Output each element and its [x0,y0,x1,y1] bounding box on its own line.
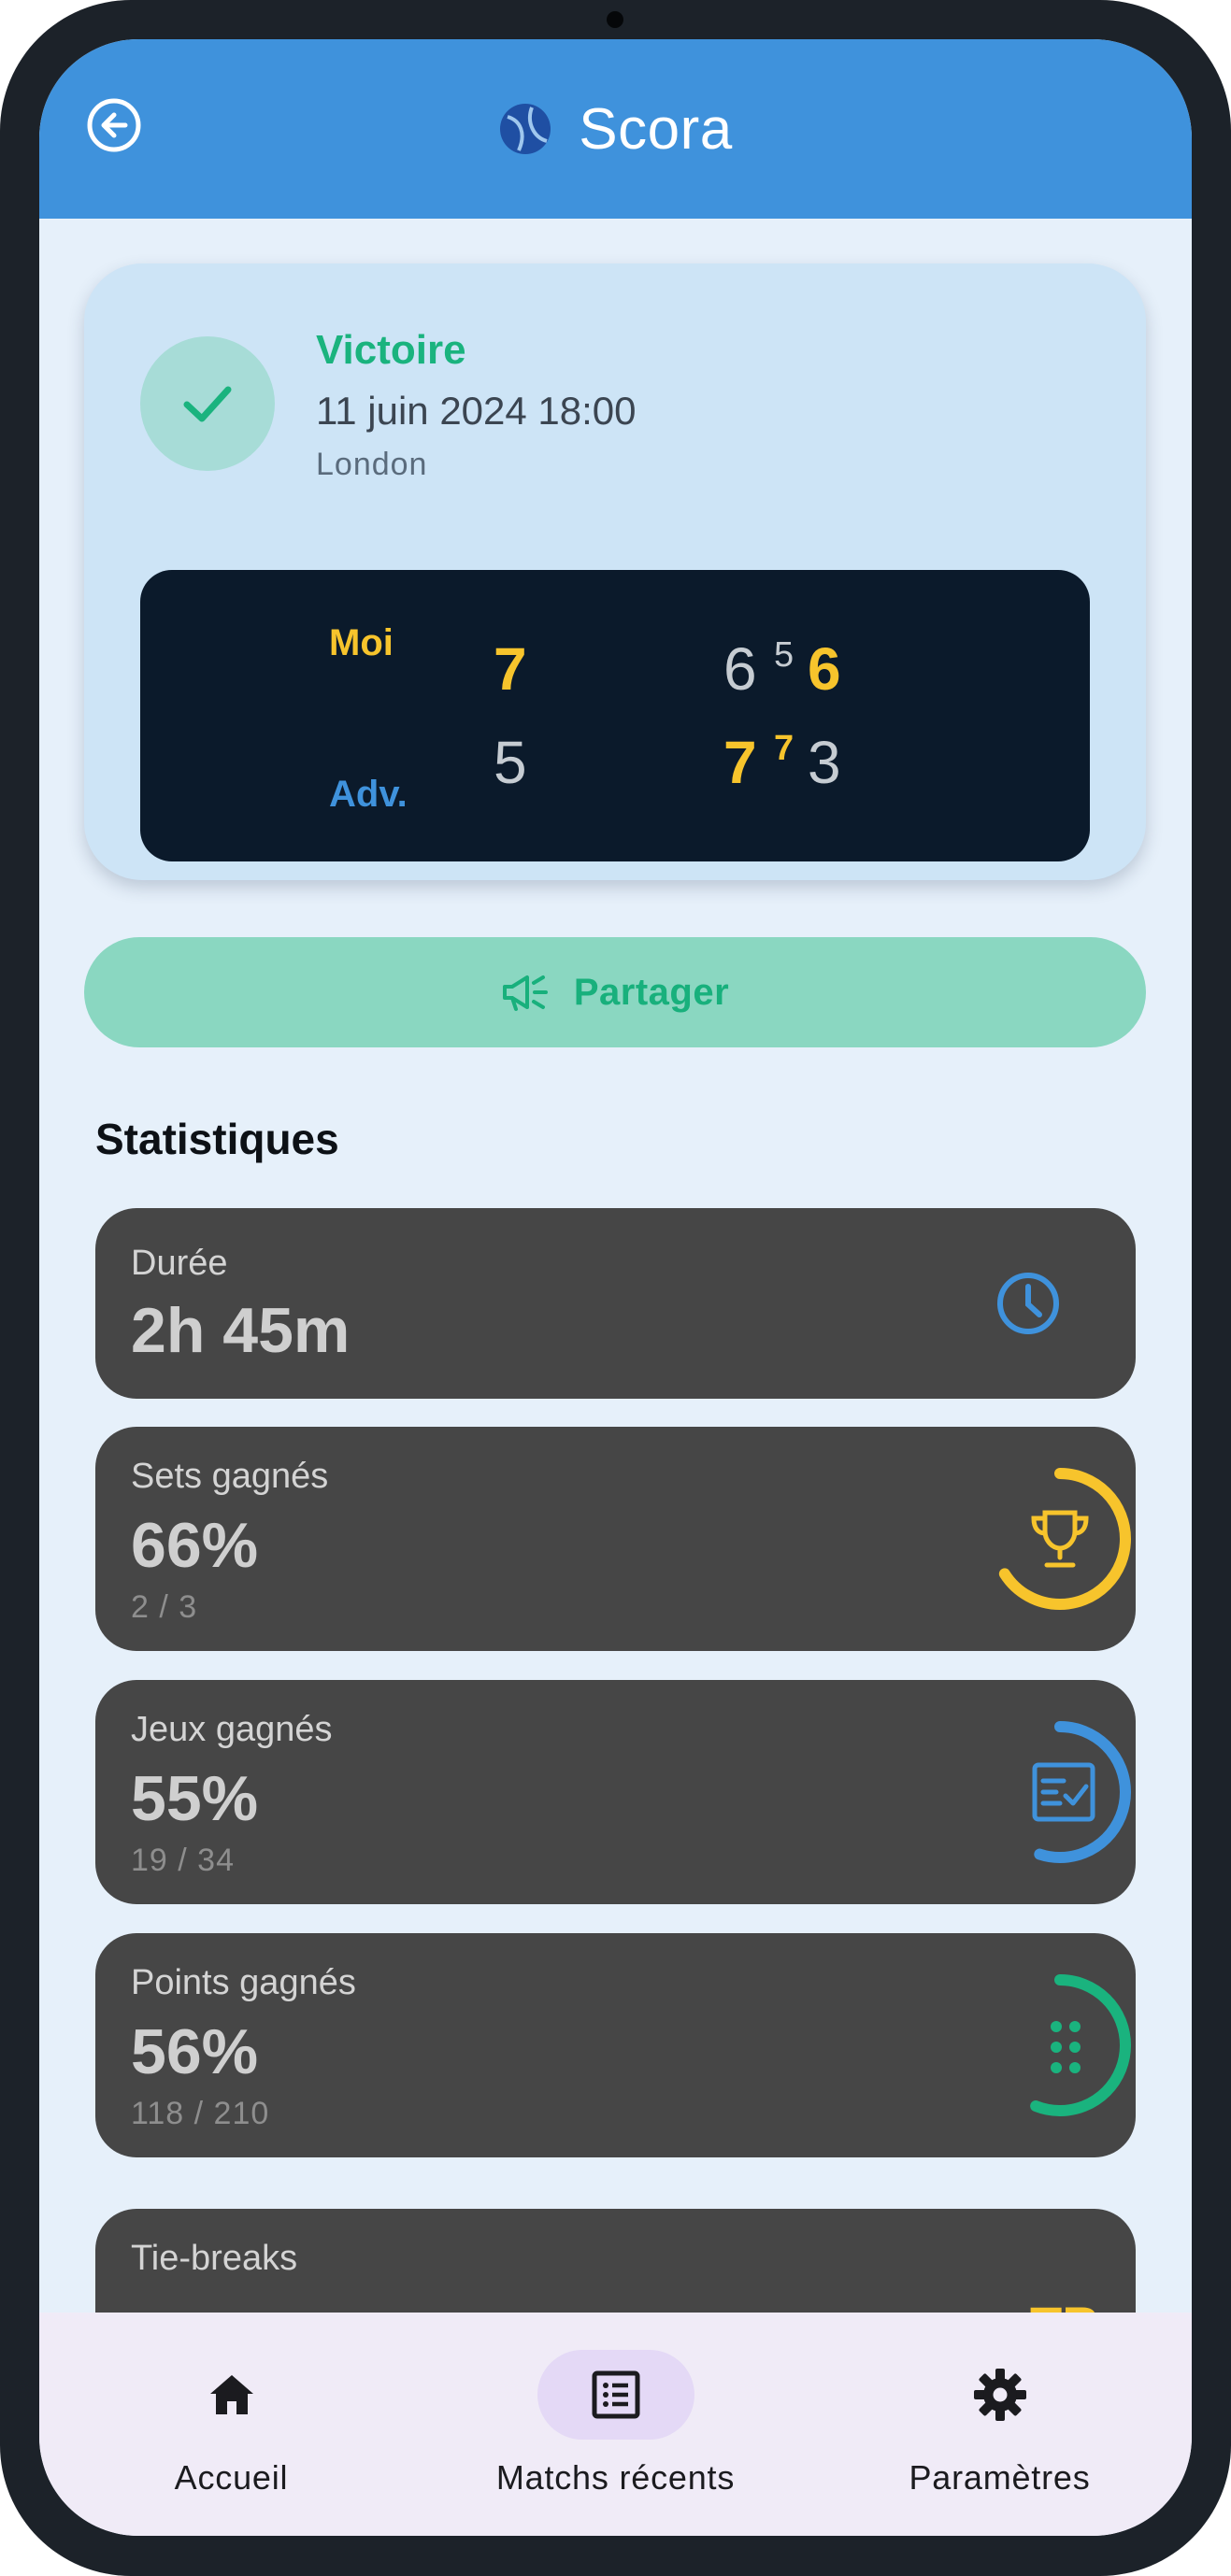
set-3-opponent-score: 3 [808,729,841,796]
set-1-opponent-score: 5 [494,729,527,796]
checklist-icon [1032,1762,1095,1822]
bottom-navigation: Accueil Matchs récents Paramètres [39,2313,1192,2536]
set-2-opponent-tiebreak: 7 [774,729,794,768]
app-bar: Scora [39,39,1192,219]
result-title: Victoire [316,327,466,373]
nav-pill [153,2350,310,2440]
nav-pill-active [537,2350,694,2440]
stat-label: Sets gagnés [131,1457,329,1496]
player-label: Moi [329,622,394,663]
nav-item-home[interactable]: Accueil [39,2313,423,2536]
set-2-player-tiebreak: 5 [774,635,794,675]
nav-label-settings: Paramètres [909,2458,1091,2497]
stat-label: Points gagnés [131,1963,356,2002]
match-date: 11 juin 2024 18:00 [316,389,637,433]
stat-value: 55% [131,1763,259,1834]
stat-value: 56% [131,2016,259,2087]
set-3-player-score: 6 [808,635,841,703]
nav-label-home: Accueil [174,2458,289,2497]
home-icon [209,2375,253,2414]
share-button[interactable]: Partager [84,937,1146,1047]
nav-item-settings[interactable]: Paramètres [808,2313,1192,2536]
tennis-ball-icon [500,104,551,154]
clock-icon [997,1273,1059,1334]
nav-item-recent-matches[interactable]: Matchs récents [423,2313,808,2536]
stat-card-games-won: Jeux gagnés 55% 19 / 34 [95,1680,1136,1904]
stat-detail: 19 / 34 [131,1843,235,1878]
set-1-player-score: 7 [494,635,527,703]
gear-icon [973,2369,1026,2421]
dots-grid-icon [1051,2021,1081,2073]
stat-detail: 2 / 3 [131,1589,198,1625]
stat-label: Durée [131,1244,228,1283]
app-screen: Scora Victoire 11 juin 2024 18:00 London… [39,39,1192,2536]
check-icon [183,386,232,422]
list-icon [592,2370,639,2419]
app-brand: Scora [39,39,1192,219]
stat-value: 2h 45m [131,1295,351,1366]
opponent-label: Adv. [329,774,408,815]
camera-dot [607,11,623,28]
stat-detail: 118 / 210 [131,2096,270,2131]
stats-section-title: Statistiques [95,1115,339,1163]
scoreboard: Moi Adv. 7 5 6 5 7 7 6 3 [140,570,1090,861]
stat-label: Tie-breaks [131,2239,298,2278]
megaphone-icon [502,975,548,1011]
nav-label-recent-matches: Matchs récents [495,2458,736,2497]
result-badge [140,336,275,471]
stat-card-duration: Durée 2h 45m [95,1208,1136,1399]
share-label: Partager [573,971,730,1013]
back-arrow-icon [87,98,141,152]
match-summary-card: Victoire 11 juin 2024 18:00 London Moi A… [84,263,1146,880]
app-title: Scora [579,96,733,162]
back-button[interactable] [86,97,142,153]
stat-card-points-won: Points gagnés 56% 118 / 210 [95,1933,1136,2157]
stat-label: Jeux gagnés [131,1710,333,1749]
stat-value: 66% [131,1510,259,1581]
phone-frame: Scora Victoire 11 juin 2024 18:00 London… [0,0,1231,2576]
set-2-player-score: 6 [723,635,757,703]
set-2-opponent-score: 7 [723,729,757,796]
nav-pill [922,2350,1079,2440]
trophy-icon [1031,1510,1089,1568]
stat-card-sets-won: Sets gagnés 66% 2 / 3 [95,1427,1136,1651]
match-location: London [316,447,428,482]
